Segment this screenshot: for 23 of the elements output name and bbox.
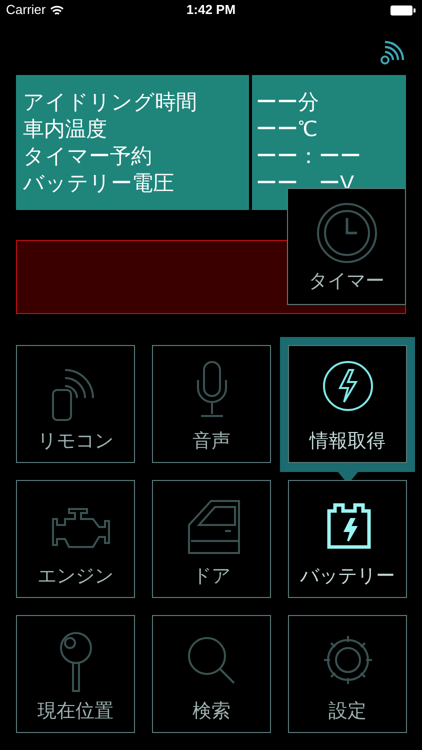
- info-label: アイドリング時間: [23, 90, 198, 116]
- carrier-label: Carrier: [6, 1, 46, 20]
- menu-tile[interactable]: リモコン: [16, 345, 135, 463]
- menu-tile[interactable]: 検索: [152, 615, 271, 733]
- info-value: ーー分: [256, 90, 320, 116]
- clock-time: 1:42 PM: [186, 1, 236, 20]
- menu-tile[interactable]: 設定: [288, 615, 407, 733]
- info-value: ーー：ーー: [256, 144, 362, 170]
- clock-icon: [316, 202, 378, 264]
- menu-tile[interactable]: エンジン: [16, 480, 135, 598]
- signal-icon[interactable]: [380, 40, 406, 65]
- info-value: ーー℃: [256, 117, 318, 143]
- info-label: タイマー予約: [23, 144, 153, 170]
- wifi-icon: [50, 4, 64, 16]
- menu-tile[interactable]: バッテリー: [288, 480, 407, 598]
- menu-tile[interactable]: 情報取得: [288, 345, 407, 463]
- timer-button[interactable]: タイマー: [287, 188, 406, 305]
- menu-tile[interactable]: ドア: [152, 480, 271, 598]
- info-label: 車内温度: [23, 117, 108, 143]
- info-label: バッテリー電圧: [23, 171, 175, 197]
- battery-icon: [390, 4, 416, 16]
- menu-tile[interactable]: 音声: [152, 345, 271, 463]
- menu-tile[interactable]: 現在位置: [16, 615, 135, 733]
